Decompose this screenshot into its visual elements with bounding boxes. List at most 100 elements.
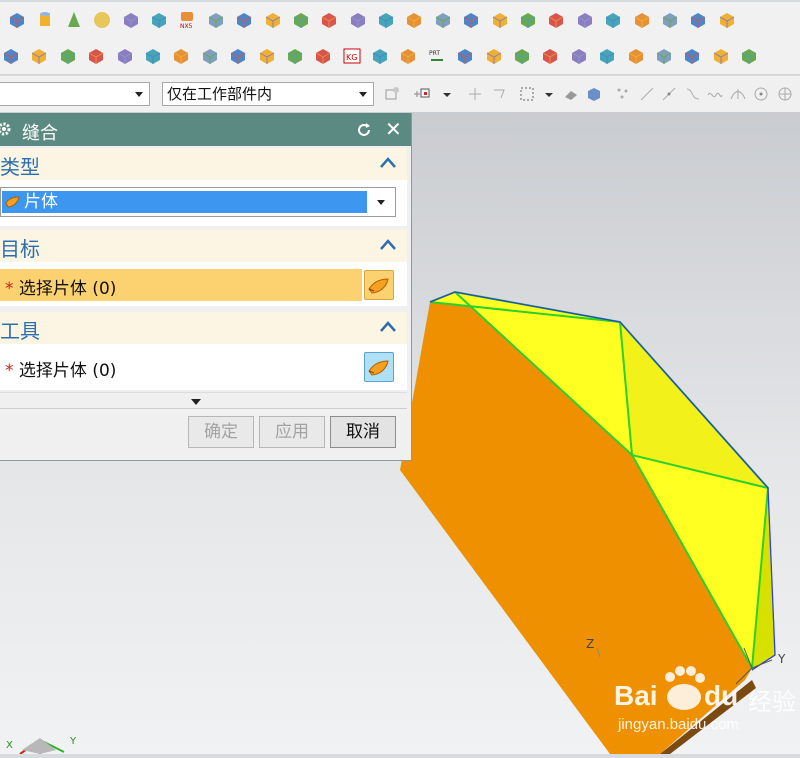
revolve-icon[interactable] <box>148 9 170 31</box>
intersection-icon[interactable] <box>729 85 747 103</box>
type-dropdown[interactable]: 片体 <box>0 187 396 217</box>
ring-icon[interactable] <box>256 45 278 67</box>
target-section-header[interactable]: 目标 <box>0 230 407 262</box>
snap-settings-icon[interactable] <box>383 85 401 103</box>
boolean-icon[interactable] <box>574 9 596 31</box>
block-icon[interactable] <box>6 9 28 31</box>
svg-text:PRT: PRT <box>429 50 440 57</box>
ruler-icon[interactable] <box>312 45 334 67</box>
yellow-face-icon[interactable] <box>625 45 647 67</box>
pocket-icon[interactable] <box>262 9 284 31</box>
green-bar-icon[interactable] <box>681 45 703 67</box>
point-cloud-icon[interactable] <box>614 85 632 103</box>
tree-icon[interactable] <box>454 45 476 67</box>
color-bars-icon[interactable] <box>227 45 249 67</box>
green-blade-icon[interactable] <box>653 45 675 67</box>
gear-icon[interactable] <box>0 121 12 137</box>
snap-line-icon[interactable] <box>492 85 510 103</box>
rectangle-select-icon[interactable] <box>518 85 536 103</box>
green-rect-icon[interactable] <box>710 45 732 67</box>
snap-point-icon[interactable] <box>466 85 484 103</box>
overflow-icon[interactable] <box>738 45 760 67</box>
kg-icon[interactable]: KG <box>341 45 363 67</box>
selection-scope-dropdown[interactable]: 仅在工作部件内 <box>162 82 374 106</box>
combine-icon[interactable] <box>545 9 567 31</box>
surface-icon[interactable] <box>114 45 136 67</box>
chevron-down-icon <box>377 200 385 205</box>
cube-red-icon[interactable] <box>0 45 22 67</box>
quadrant-icon[interactable] <box>776 85 794 103</box>
cancel-button[interactable]: 取消 <box>330 416 396 448</box>
cylinder-pocket-icon[interactable] <box>347 9 369 31</box>
analysis-icon[interactable] <box>369 45 391 67</box>
select-point-icon[interactable] <box>412 85 430 103</box>
envelope-icon[interactable] <box>28 45 50 67</box>
cylinder-icon[interactable] <box>34 9 56 31</box>
collapse-caret-icon[interactable] <box>379 236 397 254</box>
axis-label-y-triad: Y <box>70 736 77 747</box>
pad-icon[interactable] <box>290 9 312 31</box>
select-sheet-button[interactable] <box>364 270 394 300</box>
overflow-icon[interactable] <box>716 9 738 31</box>
face-icon[interactable] <box>631 9 653 31</box>
reset-icon[interactable] <box>355 121 373 139</box>
type-section-header[interactable]: 类型 <box>0 148 407 180</box>
watermark-url: jingyan.baidu.com <box>618 716 739 733</box>
shaded-face-icon[interactable] <box>284 45 306 67</box>
axes-icon[interactable] <box>539 45 561 67</box>
xy-plane-icon[interactable] <box>142 45 164 67</box>
chevron-down-icon[interactable] <box>540 85 558 103</box>
eraser-icon[interactable] <box>562 85 580 103</box>
line-snap-icon[interactable] <box>638 85 656 103</box>
collapse-caret-icon[interactable] <box>379 318 397 336</box>
toolbar-row-1: NX5 <box>0 2 800 39</box>
target-select-row[interactable]: * 选择片体 (0) <box>0 269 400 301</box>
nx5-tube-icon[interactable]: NX5 <box>176 9 198 31</box>
more-options-arrow-icon[interactable] <box>191 399 201 405</box>
sphere-icon[interactable] <box>91 9 113 31</box>
boss-icon[interactable] <box>233 9 255 31</box>
cone-icon[interactable] <box>63 9 85 31</box>
wave-snap-icon[interactable] <box>706 85 724 103</box>
chevron-down-icon <box>135 92 143 97</box>
close-icon[interactable]: ✕ <box>385 119 402 139</box>
thread-icon[interactable] <box>403 9 425 31</box>
layers-icon[interactable] <box>483 45 505 67</box>
slot-icon[interactable] <box>318 9 340 31</box>
pattern-icon[interactable] <box>460 9 482 31</box>
box-icon[interactable] <box>659 9 681 31</box>
mesh-icon[interactable] <box>85 45 107 67</box>
hole-icon[interactable] <box>205 9 227 31</box>
circle-dashed-icon[interactable] <box>170 45 192 67</box>
midpoint-icon[interactable] <box>660 85 678 103</box>
apply-button[interactable]: 应用 <box>259 416 325 448</box>
sheet-body-icon <box>368 278 389 294</box>
collapse-caret-icon[interactable] <box>379 154 397 172</box>
draft-icon[interactable] <box>57 45 79 67</box>
tube-icon[interactable] <box>596 45 618 67</box>
emboss-icon[interactable] <box>375 9 397 31</box>
type-filter-dropdown[interactable] <box>0 82 150 106</box>
arc-center-icon[interactable] <box>752 85 770 103</box>
curve-snap-icon[interactable] <box>684 85 702 103</box>
offset-face-icon[interactable] <box>432 9 454 31</box>
cluster-icon[interactable] <box>568 45 590 67</box>
view-triad <box>19 738 65 754</box>
ok-button[interactable]: 确定 <box>188 416 254 448</box>
cube-select-icon[interactable] <box>585 85 603 103</box>
rib-icon[interactable] <box>517 9 539 31</box>
extrude-icon[interactable] <box>120 9 142 31</box>
selection-bar: 仅在工作部件内 <box>0 76 800 113</box>
link-icon[interactable] <box>397 45 419 67</box>
trim-icon[interactable] <box>511 45 533 67</box>
chevron-down-icon[interactable] <box>438 85 456 103</box>
select-sheet-button[interactable] <box>364 352 394 382</box>
tool-section-header[interactable]: 工具 <box>0 312 407 344</box>
box2-icon[interactable] <box>687 9 709 31</box>
tool-select-row[interactable]: * 选择片体 (0) <box>0 351 400 383</box>
wire-cube-icon[interactable] <box>199 45 221 67</box>
sheet-metal-icon[interactable] <box>602 9 624 31</box>
array-icon[interactable] <box>489 9 511 31</box>
svg-text:KG: KG <box>346 53 357 62</box>
prt-icon[interactable]: PRT <box>426 45 448 67</box>
